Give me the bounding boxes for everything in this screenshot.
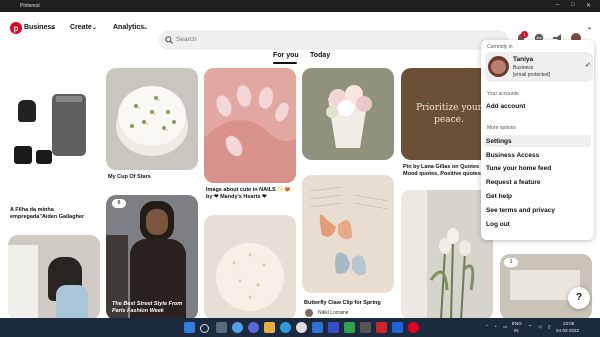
- wifi-icon[interactable]: ◔: [494, 324, 497, 329]
- zoom-icon[interactable]: [328, 322, 339, 333]
- app-icon[interactable]: [392, 322, 403, 333]
- pin-nails[interactable]: [204, 68, 296, 183]
- checkmark-icon: ✓: [585, 62, 591, 69]
- chrome-icon[interactable]: [296, 322, 307, 333]
- menu-section-currently-in: Currently in: [487, 44, 513, 50]
- spotify-icon[interactable]: [344, 322, 355, 333]
- edge-icon[interactable]: [280, 322, 291, 333]
- pin-caption[interactable]: Pin by Lana Gillas on Quotes | Mood quot…: [403, 164, 483, 178]
- chevron-down-icon[interactable]: ⌄: [50, 24, 55, 31]
- search-input[interactable]: Search: [159, 30, 508, 50]
- tab-for-you[interactable]: For you: [273, 52, 299, 59]
- pin-caption[interactable]: Butterfly Claw Clip for Spring: [304, 300, 396, 307]
- battery-icon[interactable]: ▭: [503, 324, 507, 330]
- language-indicator[interactable]: ENG: [512, 321, 522, 326]
- chevron-down-icon[interactable]: ⌄: [587, 24, 592, 31]
- pin-street-style[interactable]: 8 The Best Street Style From Paris Fashi…: [106, 195, 198, 320]
- account-type: Business: [513, 65, 534, 71]
- window-title: Pinterest: [20, 3, 40, 9]
- nav-create[interactable]: Create: [70, 24, 92, 31]
- pin-cake[interactable]: [106, 68, 198, 170]
- request-feature-item[interactable]: Request a feature: [486, 179, 541, 186]
- pin-craft[interactable]: [204, 215, 296, 320]
- pin-caption[interactable]: A Filha da minha empregada"Aiden Gallagh…: [10, 207, 102, 221]
- maximize-icon[interactable]: □: [571, 2, 575, 8]
- avatar[interactable]: [305, 309, 313, 317]
- pin-tulips[interactable]: [401, 190, 493, 320]
- pin-caption[interactable]: Image about cute in NAILS ✨😻 by ❤ Mandy'…: [206, 187, 298, 201]
- notification-badge: 1: [521, 31, 528, 38]
- get-help-item[interactable]: Get help: [486, 193, 512, 200]
- tune-home-feed-item[interactable]: Tune your home feed: [486, 165, 551, 172]
- business-access-item[interactable]: Business Access: [486, 152, 539, 159]
- nav-analytics[interactable]: Analytics: [113, 24, 144, 31]
- account-dropdown-menu: Currently in Taniya Business [email prot…: [481, 40, 594, 240]
- app-icon[interactable]: [360, 322, 371, 333]
- pin-overlay-title: The Best Street Style From Paris Fashion…: [112, 301, 183, 314]
- minimize-icon[interactable]: –: [556, 2, 559, 8]
- search-icon[interactable]: [200, 324, 209, 333]
- menu-section-your-accounts: Your accounts: [487, 91, 519, 97]
- language-region[interactable]: IN: [514, 328, 519, 333]
- wifi-tray-icon[interactable]: ⌔: [528, 324, 532, 330]
- add-account-item[interactable]: Add account: [486, 103, 525, 110]
- search-icon: [165, 36, 173, 44]
- tab-today[interactable]: Today: [310, 52, 330, 59]
- terms-privacy-item[interactable]: See terms and privacy: [486, 207, 555, 214]
- chevron-down-icon[interactable]: ⌄: [143, 24, 148, 31]
- task-view-icon[interactable]: [216, 322, 227, 333]
- pin-photo[interactable]: [8, 235, 100, 320]
- tray-chevron-icon[interactable]: ⌃: [485, 324, 489, 330]
- pin-user-name[interactable]: Nikki Lorraine: [318, 310, 349, 316]
- chevron-down-icon[interactable]: ⌄: [92, 24, 97, 31]
- pin-quote[interactable]: Prioritize your peace.: [401, 68, 493, 160]
- app-icon[interactable]: [376, 322, 387, 333]
- tab-underline: [273, 62, 297, 64]
- battery-tray-icon[interactable]: ▯: [548, 324, 550, 330]
- start-icon[interactable]: [184, 322, 195, 333]
- pin-count-badge: 1: [504, 258, 518, 267]
- menu-section-more-options: More options: [487, 125, 516, 131]
- pin-bouquet[interactable]: [302, 68, 394, 160]
- quote-text: Prioritize your peace.: [416, 103, 482, 125]
- window-titlebar: Pinterest – □ ✕: [0, 0, 600, 12]
- widgets-icon[interactable]: [232, 322, 243, 333]
- pin-butterfly-clip[interactable]: [302, 175, 394, 293]
- svg-text:p: p: [14, 24, 19, 33]
- pinterest-taskbar-icon[interactable]: [408, 322, 419, 333]
- clock-time[interactable]: 23:08: [563, 321, 574, 326]
- pin-count-badge: 8: [112, 199, 126, 208]
- file-explorer-icon[interactable]: [264, 322, 275, 333]
- settings-item[interactable]: Settings: [486, 138, 512, 145]
- help-button[interactable]: ?: [568, 287, 590, 309]
- store-icon[interactable]: [312, 322, 323, 333]
- account-name: Taniya: [513, 56, 534, 63]
- pin-fashion-outfit[interactable]: [8, 68, 100, 178]
- volume-icon[interactable]: ◁: [538, 324, 541, 330]
- close-icon[interactable]: ✕: [586, 2, 591, 9]
- pinterest-logo-icon[interactable]: p: [10, 22, 22, 34]
- pin-caption[interactable]: My Cup Of Stars: [108, 174, 200, 181]
- account-email: [email protected]: [513, 72, 550, 78]
- current-account-card[interactable]: Taniya Business [email protected] ✓: [485, 52, 593, 82]
- search-placeholder: Search: [176, 36, 197, 43]
- logout-item[interactable]: Log out: [486, 221, 510, 228]
- chat-icon[interactable]: [248, 322, 259, 333]
- clock-date[interactable]: 04-03-2022: [556, 328, 579, 333]
